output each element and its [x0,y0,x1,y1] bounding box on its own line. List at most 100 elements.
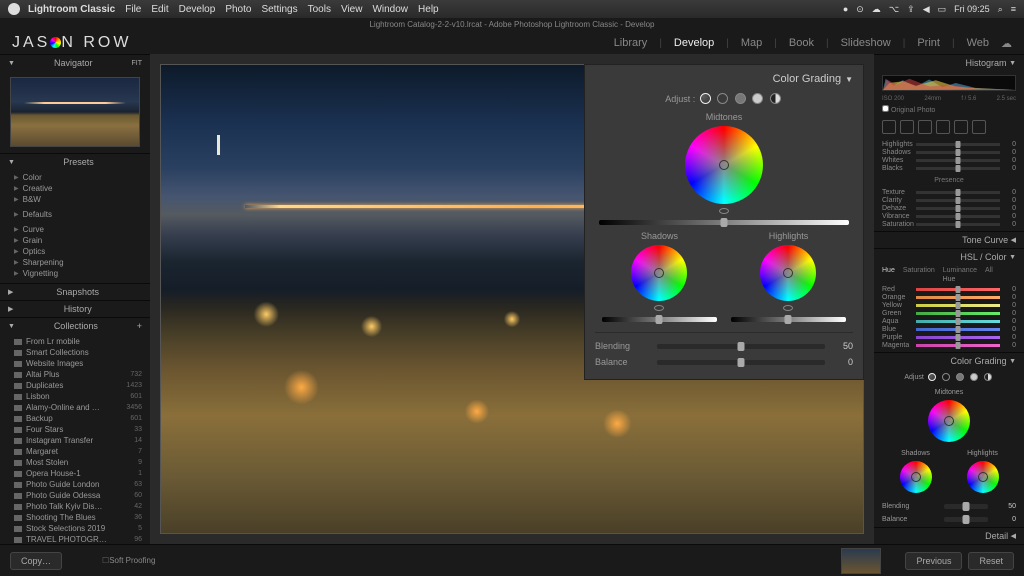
shadows-toggle-icon[interactable] [654,305,664,311]
slider[interactable] [916,312,1000,315]
histogram[interactable] [882,75,1016,91]
preset-group[interactable]: ▶Color [14,172,142,183]
mini-midtones-wheel[interactable] [928,400,970,442]
adjust-midtones-icon[interactable] [735,93,746,104]
status-icon[interactable]: ☁ [872,4,881,15]
slider[interactable] [916,223,1000,226]
cloud-sync-icon[interactable]: ☁ [1001,37,1012,50]
module-library[interactable]: Library [614,37,648,49]
menu-tools[interactable]: Tools [308,4,331,15]
clock[interactable]: Fri 09:25 [954,4,990,14]
mini-adjust-shadows-icon[interactable] [942,373,950,381]
menu-help[interactable]: Help [418,4,439,15]
collection-item[interactable]: Alamy-Online and …3456 [14,402,142,413]
redeye-tool-icon[interactable] [918,120,932,134]
volume-icon[interactable]: ◀ [923,4,930,15]
presets-header[interactable]: ▼Presets [0,153,150,170]
collection-item[interactable]: Margaret7 [14,446,142,457]
hsl-tab-all[interactable]: All [985,267,993,274]
collection-item[interactable]: Lisbon601 [14,391,142,402]
collection-item[interactable]: Opera House-11 [14,468,142,479]
slider[interactable] [916,191,1000,194]
menu-icon[interactable]: ≡ [1011,4,1016,14]
mini-adjust-mid-icon[interactable] [956,373,964,381]
menu-file[interactable]: File [125,4,141,15]
hsl-tab-hue[interactable]: Hue [882,267,895,274]
module-slideshow[interactable]: Slideshow [841,37,891,49]
filmstrip-thumb[interactable] [841,548,881,574]
midtones-luminance-slider[interactable] [599,220,849,225]
mini-adjust-hi-icon[interactable] [970,373,978,381]
slider[interactable] [916,199,1000,202]
soft-proofing-toggle[interactable]: Soft Proofing [109,556,155,565]
slider[interactable] [916,320,1000,323]
mini-highlights-wheel[interactable] [967,461,999,493]
collection-item[interactable]: Stock Selections 20195 [14,523,142,534]
balance-slider[interactable] [657,360,825,365]
preset-defaults[interactable]: ▶Defaults [14,209,142,220]
menu-photo[interactable]: Photo [225,4,251,15]
adjust-3way-icon[interactable] [700,93,711,104]
slider[interactable] [916,336,1000,339]
slider[interactable] [916,207,1000,210]
original-photo-checkbox[interactable] [882,105,889,112]
collection-item[interactable]: TRAVEL PHOTOGR…96 [14,534,142,544]
module-map[interactable]: Map [741,37,762,49]
collection-item[interactable]: Shooting The Blues36 [14,512,142,523]
reset-button[interactable]: Reset [968,552,1014,570]
adjust-highlights-icon[interactable] [752,93,763,104]
midtones-wheel[interactable] [685,126,763,204]
slider[interactable] [916,328,1000,331]
highlights-wheel[interactable] [760,245,816,301]
slider[interactable] [916,159,1000,162]
module-web[interactable]: Web [967,37,989,49]
slider[interactable] [916,304,1000,307]
collections-header[interactable]: ▼Collections+ [0,317,150,334]
midtones-toggle-icon[interactable] [719,208,729,214]
menu-edit[interactable]: Edit [151,4,168,15]
slider[interactable] [916,215,1000,218]
app-name[interactable]: Lightroom Classic [28,4,115,15]
collection-item[interactable]: Photo Guide London63 [14,479,142,490]
adjust-shadows-icon[interactable] [717,93,728,104]
shadows-luminance-slider[interactable] [602,317,718,322]
wifi-icon[interactable]: ⇪ [907,4,915,15]
collection-item[interactable]: Website Images [14,358,142,369]
collection-item[interactable]: Photo Talk Kyiv Dis…42 [14,501,142,512]
menu-settings[interactable]: Settings [261,4,297,15]
slider[interactable] [916,344,1000,347]
flag-icon[interactable]: ▭ [938,4,947,15]
highlights-luminance-slider[interactable] [731,317,847,322]
slider[interactable] [916,296,1000,299]
preset-user[interactable]: ▶Vignetting [14,268,142,279]
preset-user[interactable]: ▶Grain [14,235,142,246]
status-icon[interactable]: ⊙ [856,4,864,15]
navigator-header[interactable]: ▼Navigator FIT [0,54,150,71]
hsl-tab-lum[interactable]: Luminance [943,267,977,274]
spot-tool-icon[interactable] [900,120,914,134]
preset-user[interactable]: ▶Curve [14,224,142,235]
collection-item[interactable]: Instagram Transfer14 [14,435,142,446]
history-header[interactable]: ▶History [0,300,150,317]
mini-adjust-3way-icon[interactable] [928,373,936,381]
apple-logo-icon[interactable] [8,3,20,15]
histogram-header[interactable]: Histogram ▼ [874,54,1024,71]
snapshots-header[interactable]: ▶Snapshots [0,283,150,300]
slider[interactable] [916,151,1000,154]
collection-item[interactable]: Altai Plus732 [14,369,142,380]
collection-item[interactable]: Photo Guide Odessa60 [14,490,142,501]
search-icon[interactable]: ⌕ [998,4,1003,15]
navigator-thumbnail[interactable] [10,77,140,147]
hsl-tab-sat[interactable]: Saturation [903,267,935,274]
preset-user[interactable]: ▶Optics [14,246,142,257]
bluetooth-icon[interactable]: ⌥ [889,4,899,15]
blending-slider[interactable] [657,344,825,349]
preset-group[interactable]: ▶B&W [14,194,142,205]
slider[interactable] [916,167,1000,170]
collection-item[interactable]: Four Stars33 [14,424,142,435]
collection-item[interactable]: Backup601 [14,413,142,424]
menu-view[interactable]: View [341,4,363,15]
colorgrading-header-right[interactable]: Color Grading ▼ [874,352,1024,369]
menu-window[interactable]: Window [372,4,408,15]
collection-item[interactable]: Smart Collections [14,347,142,358]
